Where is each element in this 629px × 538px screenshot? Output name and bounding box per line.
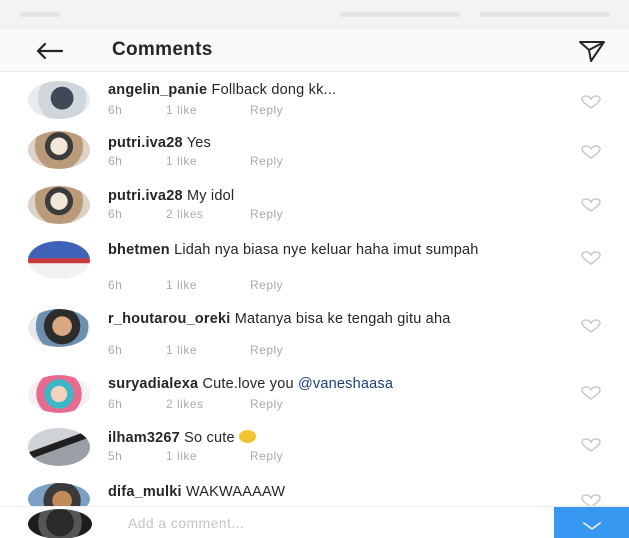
comment-text: putri.iva28 My idol — [108, 188, 560, 205]
comment-item: putri.iva28 Yes 6h 1 like Reply — [0, 122, 629, 172]
status-bar — [0, 0, 629, 30]
comment-time: 6h — [108, 343, 123, 357]
comment-text: ilham3267 So cute — [108, 430, 560, 447]
comment-item: ilham3267 So cute 5h 1 like Reply — [0, 423, 629, 477]
comment-item: r_houtarou_oreki Matanya bisa ke tengah … — [0, 301, 629, 371]
comment-username[interactable]: r_houtarou_oreki — [108, 311, 230, 327]
comment-likes[interactable]: 1 like — [166, 278, 250, 292]
heart-icon[interactable] — [578, 94, 604, 110]
comment-text: difa_mulki WAKWAAAAW — [108, 484, 560, 501]
comment-item: bhetmen Lidah nya biasa nye keluar haha … — [0, 227, 629, 301]
heart-icon[interactable] — [578, 437, 604, 453]
comment-time: 6h — [108, 278, 123, 292]
comment-meta: 6h 1 like Reply — [108, 154, 283, 168]
reply-button[interactable]: Reply — [250, 103, 283, 117]
avatar[interactable] — [28, 483, 90, 506]
status-bar-time — [20, 12, 60, 17]
comment-username[interactable]: difa_mulki — [108, 484, 182, 500]
reply-button[interactable]: Reply — [250, 397, 283, 411]
comment-text: putri.iva28 Yes — [108, 135, 560, 152]
reply-button[interactable]: Reply — [250, 449, 283, 463]
share-button[interactable] — [574, 35, 610, 67]
comment-item: difa_mulki WAKWAAAAW — [0, 477, 629, 506]
avatar[interactable] — [28, 309, 90, 347]
comment-item: angelin_panie Follback dong kk... 6h 1 li… — [0, 72, 629, 122]
comment-message: Cute.love you — [202, 376, 294, 392]
comment-text: suryadialexa Cute.love you @vaneshaasa — [108, 376, 560, 393]
comment-text: r_houtarou_oreki Matanya bisa ke tengah … — [108, 311, 560, 328]
avatar[interactable] — [28, 375, 90, 413]
avatar[interactable] — [28, 81, 90, 119]
comment-likes[interactable]: 2 likes — [166, 397, 250, 411]
comment-meta: 6h 1 like Reply — [108, 278, 283, 292]
reply-button[interactable]: Reply — [250, 207, 283, 221]
comment-meta: 6h 2 likes Reply — [108, 397, 283, 411]
comment-meta: 5h 1 like Reply — [108, 449, 283, 463]
status-bar-indicators — [340, 12, 460, 17]
comment-time: 6h — [108, 103, 123, 117]
heart-icon[interactable] — [578, 318, 604, 334]
avatar[interactable] — [28, 428, 90, 466]
comment-message: So cute — [184, 430, 235, 446]
status-bar-battery — [480, 12, 610, 17]
page-title: Comments — [112, 39, 213, 60]
comment-username[interactable]: angelin_panie — [108, 82, 207, 98]
post-comment-button[interactable] — [554, 507, 629, 538]
paper-plane-icon — [579, 41, 605, 62]
comment-message: Follback dong kk... — [211, 82, 337, 98]
comment-likes[interactable]: 1 like — [166, 343, 250, 357]
heart-icon[interactable] — [578, 197, 604, 213]
comment-likes[interactable]: 1 like — [166, 449, 250, 463]
comment-time: 5h — [108, 449, 123, 463]
back-button[interactable] — [34, 36, 74, 66]
heart-icon[interactable] — [578, 250, 604, 266]
comment-text: bhetmen Lidah nya biasa nye keluar haha … — [108, 242, 560, 259]
comment-username[interactable]: putri.iva28 — [108, 135, 183, 151]
reply-button[interactable]: Reply — [250, 343, 283, 357]
comment-text: angelin_panie Follback dong kk... — [108, 82, 560, 99]
comment-time: 6h — [108, 397, 123, 411]
comment-meta: 6h 1 like Reply — [108, 103, 283, 117]
chevron-down-icon — [582, 522, 601, 530]
comment-username[interactable]: ilham3267 — [108, 430, 180, 446]
heart-icon[interactable] — [578, 493, 604, 506]
own-avatar — [28, 509, 92, 538]
avatar[interactable] — [28, 131, 90, 169]
comment-message: WAKWAAAAW — [185, 484, 286, 500]
comment-likes[interactable]: 1 like — [166, 103, 250, 117]
reply-button[interactable]: Reply — [250, 278, 283, 292]
reply-button[interactable]: Reply — [250, 154, 283, 168]
comment-mention[interactable]: @vaneshaasa — [298, 376, 393, 392]
top-bar: Comments — [0, 30, 629, 72]
comment-compose-bar: Add a comment... — [0, 506, 629, 538]
comment-username[interactable]: suryadialexa — [108, 376, 198, 392]
comment-meta: 6h 2 likes Reply — [108, 207, 283, 221]
comment-input[interactable]: Add a comment... — [128, 515, 244, 531]
heart-icon[interactable] — [578, 144, 604, 160]
comment-likes[interactable]: 1 like — [166, 154, 250, 168]
avatar[interactable] — [28, 186, 90, 224]
comment-time: 6h — [108, 154, 123, 168]
comment-item: suryadialexa Cute.love you @vaneshaasa 6… — [0, 371, 629, 423]
back-arrow-icon — [36, 42, 64, 60]
smiling-emoji-icon — [238, 430, 256, 443]
comment-meta: 6h 1 like Reply — [108, 343, 283, 357]
comment-message: Matanya bisa ke tengah gitu aha — [234, 311, 451, 327]
comment-time: 6h — [108, 207, 123, 221]
comment-username[interactable]: bhetmen — [108, 242, 170, 258]
comment-username[interactable]: putri.iva28 — [108, 188, 183, 204]
comment-likes[interactable]: 2 likes — [166, 207, 250, 221]
comment-item: putri.iva28 My idol 6h 2 likes Reply — [0, 172, 629, 227]
comment-message: Lidah nya biasa nye keluar haha imut sum… — [174, 242, 479, 258]
heart-icon[interactable] — [578, 385, 604, 401]
avatar[interactable] — [28, 241, 90, 279]
comment-message: Yes — [186, 135, 211, 151]
comment-message: My idol — [186, 188, 235, 204]
